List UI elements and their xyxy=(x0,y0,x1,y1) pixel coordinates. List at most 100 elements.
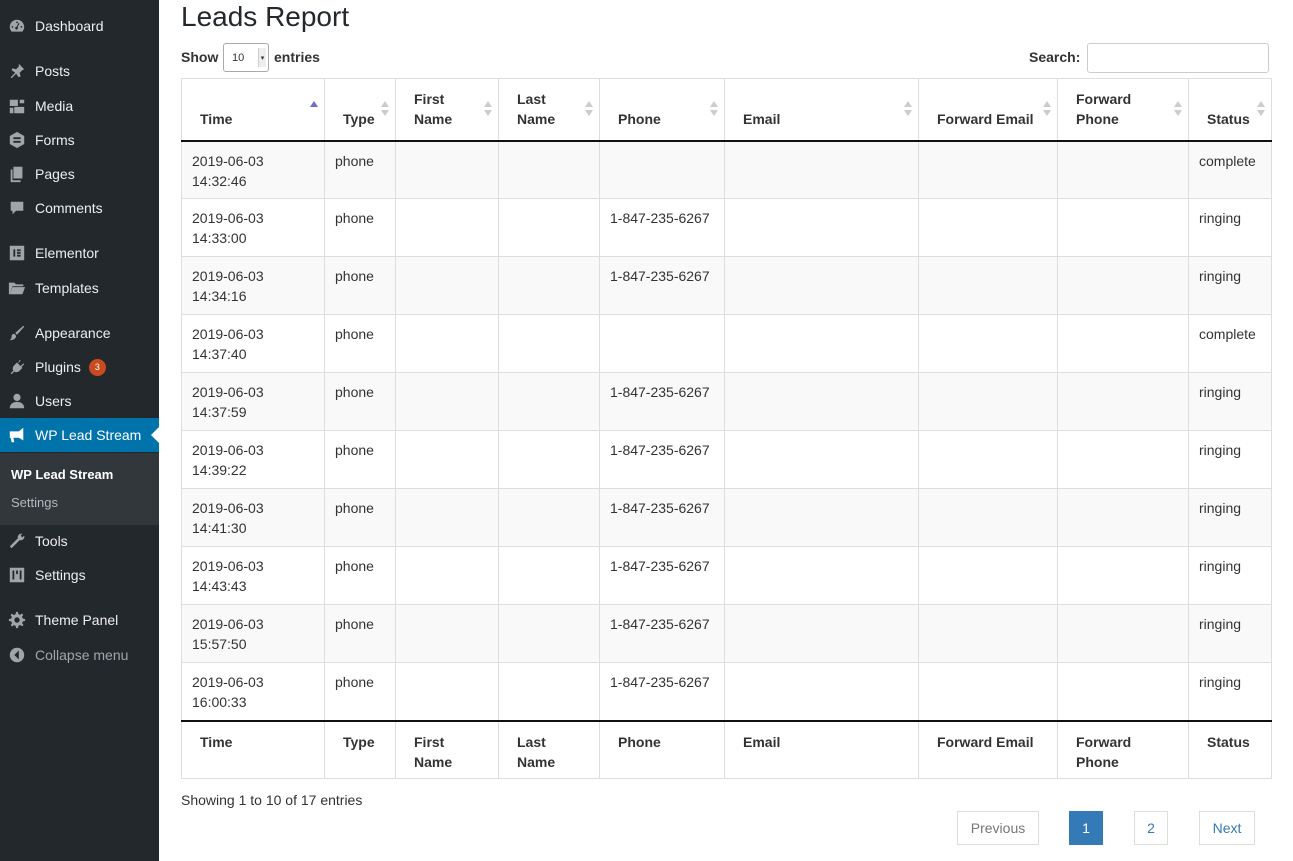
column-header-last-name[interactable]: Last Name xyxy=(498,78,600,142)
sidebar-item-templates[interactable]: Templates xyxy=(0,271,159,305)
time-cell: 2019-06-03 14:37:40 xyxy=(181,314,325,373)
sidebar-item-posts[interactable]: Posts xyxy=(0,54,159,88)
forward-email-cell xyxy=(918,256,1058,315)
column-header-first-name[interactable]: First Name xyxy=(395,78,499,142)
submenu-item-wp-lead-stream[interactable]: WP Lead Stream xyxy=(11,467,113,482)
page-length-value: 10 xyxy=(232,51,245,64)
sidebar-item-elementor[interactable]: Elementor xyxy=(0,236,159,270)
last-name-cell xyxy=(498,372,600,431)
sidebar-item-appearance[interactable]: Appearance xyxy=(0,316,159,350)
time-clock: 14:34:16 xyxy=(192,288,247,304)
media-icon xyxy=(7,96,27,116)
table-header: Time Type First Name Last Name Phone Email Forwa… xyxy=(181,78,1272,142)
sidebar-item-tools[interactable]: Tools xyxy=(0,524,159,558)
forward-phone-cell xyxy=(1057,604,1189,663)
last-name-cell xyxy=(498,256,600,315)
sidebar-item-theme-panel[interactable]: Theme Panel xyxy=(0,603,159,637)
column-header-forward-phone[interactable]: Forward Phone xyxy=(1057,78,1189,142)
sidebar-item-pages[interactable]: Pages xyxy=(0,157,159,191)
status-cell: ringing xyxy=(1188,604,1272,663)
column-label: Type xyxy=(343,110,375,127)
page-title: Leads Report xyxy=(181,1,350,32)
time-clock: 16:00:33 xyxy=(192,694,247,710)
column-label: Email xyxy=(743,110,781,127)
sidebar-item-label: Theme Panel xyxy=(35,612,119,628)
sidebar-item-plugins[interactable]: Plugins 3 xyxy=(0,350,159,384)
sidebar-item-label: Forms xyxy=(35,132,75,148)
search-input[interactable] xyxy=(1087,43,1269,73)
time-clock: 15:57:50 xyxy=(192,636,247,652)
time-date: 2019-06-03 xyxy=(192,500,264,516)
time-clock: 14:37:59 xyxy=(192,404,247,420)
sidebar-item-users[interactable]: Users xyxy=(0,384,159,418)
time-clock: 14:32:46 xyxy=(192,172,247,189)
forward-email-cell xyxy=(918,662,1058,721)
email-cell xyxy=(724,314,919,373)
first-name-cell xyxy=(395,604,499,663)
sidebar-item-label: Plugins xyxy=(35,359,81,375)
column-label: Forward xyxy=(1076,90,1132,107)
column-label: Status xyxy=(1207,733,1250,750)
time-cell: 2019-06-03 14:37:59 xyxy=(181,372,325,431)
sidebar-item-wp-lead-stream[interactable]: WP Lead Stream xyxy=(0,418,159,452)
email-cell xyxy=(724,372,919,431)
forward-phone-cell xyxy=(1057,372,1189,431)
collapse-menu-button[interactable]: Collapse menu xyxy=(0,638,159,672)
column-footer-last-name: Last Name xyxy=(498,719,600,779)
forward-email-cell xyxy=(918,488,1058,547)
column-header-row: Time Type First Name Last Name Phone Email Forwa… xyxy=(181,78,1272,142)
forward-phone-cell xyxy=(1057,662,1189,721)
update-count-badge: 3 xyxy=(88,358,106,376)
column-header-type[interactable]: Type xyxy=(324,78,396,142)
sidebar-item-media[interactable]: Media xyxy=(0,89,159,123)
page-button-2[interactable]: 2 xyxy=(1134,811,1168,845)
type-cell: phone xyxy=(324,604,396,663)
sort-icon xyxy=(710,101,718,119)
email-cell xyxy=(724,604,919,663)
collapse-arrow-icon xyxy=(7,645,27,665)
column-header-phone[interactable]: Phone xyxy=(599,78,725,142)
brush-icon xyxy=(7,323,27,343)
table-row: 2019-06-03 14:33:00 phone 1-847-235-6267 rin… xyxy=(181,198,1272,257)
column-header-forward-email[interactable]: Forward Email xyxy=(918,78,1058,142)
last-name-cell xyxy=(498,546,600,605)
first-name-cell xyxy=(395,140,499,199)
column-header-email[interactable]: Email xyxy=(724,78,919,142)
last-name-cell xyxy=(498,140,600,199)
user-icon xyxy=(7,391,27,411)
column-label: Forward Email xyxy=(937,110,1034,127)
column-label: Phone xyxy=(1076,110,1119,127)
email-cell xyxy=(724,662,919,721)
time-cell: 2019-06-03 14:33:00 xyxy=(181,198,325,257)
sidebar-item-dashboard[interactable]: Dashboard xyxy=(0,9,159,43)
column-header-time[interactable]: Time xyxy=(181,78,325,142)
column-footer-email: Email xyxy=(724,719,919,779)
sidebar-item-forms[interactable]: Forms xyxy=(0,123,159,157)
column-label: Phone xyxy=(618,733,661,750)
next-page-button[interactable]: Next xyxy=(1199,811,1255,845)
phone-cell: 1-847-235-6267 xyxy=(599,662,725,721)
column-label: Phone xyxy=(618,110,661,127)
page-button-1[interactable]: 1 xyxy=(1069,811,1103,845)
column-label: Name xyxy=(414,110,453,127)
forward-phone-cell xyxy=(1057,546,1189,605)
table-row: 2019-06-03 14:39:22 phone 1-847-235-6267 rin… xyxy=(181,430,1272,489)
time-clock: 14:39:22 xyxy=(192,462,247,478)
sort-icon xyxy=(1043,101,1051,119)
submenu-item-settings[interactable]: Settings xyxy=(11,495,58,510)
time-date: 2019-06-03 xyxy=(192,558,264,574)
previous-page-button[interactable]: Previous xyxy=(957,811,1039,845)
phone-cell xyxy=(599,314,725,373)
pin-icon xyxy=(7,61,27,81)
sidebar-item-settings[interactable]: Settings xyxy=(0,558,159,592)
time-cell: 2019-06-03 14:39:22 xyxy=(181,430,325,489)
column-header-status[interactable]: Status xyxy=(1188,78,1272,142)
entries-label: entries xyxy=(274,49,320,65)
elementor-icon xyxy=(7,243,27,263)
sidebar-item-comments[interactable]: Comments xyxy=(0,191,159,225)
time-date: 2019-06-03 xyxy=(192,152,264,169)
sort-icon xyxy=(1257,101,1265,119)
forward-email-cell xyxy=(918,198,1058,257)
first-name-cell xyxy=(395,198,499,257)
entries-per-page-select[interactable]: 10 ▾ xyxy=(223,43,269,72)
